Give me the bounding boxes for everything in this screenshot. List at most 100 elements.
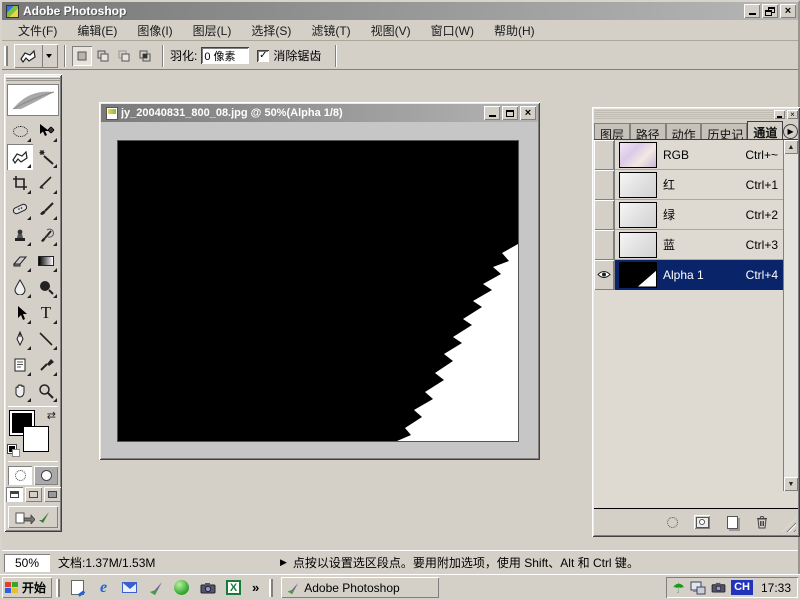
channel-row-blue[interactable]: 蓝 Ctrl+3 bbox=[594, 230, 798, 260]
delete-channel-icon[interactable] bbox=[754, 515, 770, 529]
palette-resize-grip[interactable] bbox=[782, 518, 796, 532]
image-canvas[interactable] bbox=[117, 140, 519, 442]
antivirus-umbrella-icon[interactable]: ☂ bbox=[673, 581, 686, 595]
close-button[interactable]: × bbox=[780, 4, 796, 18]
ime-language-indicator[interactable]: CH bbox=[731, 580, 753, 595]
menu-select[interactable]: 选择(S) bbox=[241, 20, 301, 41]
palette-titlebar[interactable]: × bbox=[594, 109, 798, 120]
media-player-icon[interactable] bbox=[172, 578, 191, 597]
channel-row-red[interactable]: 红 Ctrl+1 bbox=[594, 170, 798, 200]
network-computer-icon[interactable] bbox=[690, 581, 706, 595]
new-channel-icon[interactable] bbox=[724, 515, 740, 529]
toolbox-grip[interactable] bbox=[6, 76, 60, 82]
type-tool[interactable]: T bbox=[33, 300, 59, 326]
healing-brush-tool[interactable] bbox=[7, 196, 33, 222]
selection-mode-add-button[interactable] bbox=[93, 46, 113, 66]
clone-stamp-tool[interactable] bbox=[7, 222, 33, 248]
blur-tool[interactable] bbox=[7, 274, 33, 300]
zoom-tool[interactable] bbox=[33, 378, 59, 404]
tab-paths[interactable]: 路径 bbox=[630, 123, 666, 139]
tray-clock[interactable]: 17:33 bbox=[761, 581, 791, 595]
standard-screen-mode-button[interactable] bbox=[6, 487, 23, 502]
menu-image[interactable]: 图像(I) bbox=[127, 20, 182, 41]
quick-mask-mode-button[interactable] bbox=[34, 466, 58, 485]
tool-preset-dropdown[interactable] bbox=[42, 45, 54, 67]
menu-view[interactable]: 视图(V) bbox=[361, 20, 421, 41]
tool-preset-picker[interactable] bbox=[14, 44, 58, 68]
scroll-up-button[interactable]: ▲ bbox=[784, 140, 798, 154]
visibility-toggle[interactable] bbox=[594, 260, 615, 290]
dodge-tool[interactable] bbox=[33, 274, 59, 300]
visibility-toggle[interactable] bbox=[594, 230, 615, 260]
photoshop-quicklaunch-icon[interactable] bbox=[146, 578, 165, 597]
feather-input[interactable]: 0 像素 bbox=[201, 47, 249, 64]
internet-explorer-icon[interactable]: e bbox=[94, 578, 113, 597]
options-grip[interactable] bbox=[4, 46, 8, 66]
zoom-level-field[interactable]: 50% bbox=[4, 554, 50, 572]
menu-edit[interactable]: 编辑(E) bbox=[67, 20, 127, 41]
start-button[interactable]: 开始 bbox=[2, 577, 52, 598]
menu-file[interactable]: 文件(F) bbox=[8, 20, 67, 41]
magic-wand-tool[interactable] bbox=[33, 144, 59, 170]
line-tool[interactable] bbox=[33, 326, 59, 352]
gradient-tool[interactable] bbox=[33, 248, 59, 274]
show-desktop-icon[interactable] bbox=[68, 578, 87, 597]
selection-mode-intersect-button[interactable] bbox=[135, 46, 155, 66]
brush-tool[interactable] bbox=[33, 196, 59, 222]
fullscreen-mode-button[interactable] bbox=[44, 487, 61, 502]
visibility-toggle[interactable] bbox=[594, 170, 615, 200]
doc-maximize-button[interactable] bbox=[502, 106, 518, 120]
scroll-down-button[interactable]: ▼ bbox=[784, 477, 798, 491]
task-button-photoshop[interactable]: Adobe Photoshop bbox=[281, 577, 439, 598]
restore-button[interactable] bbox=[762, 4, 778, 18]
selection-mode-subtract-button[interactable] bbox=[114, 46, 134, 66]
palette-minimize-button[interactable] bbox=[774, 110, 785, 119]
history-brush-tool[interactable] bbox=[33, 222, 59, 248]
swap-colors-icon[interactable]: ⇄ bbox=[47, 409, 56, 422]
status-menu-arrow-icon[interactable]: ▶ bbox=[280, 557, 287, 568]
default-colors-icon[interactable] bbox=[8, 445, 20, 457]
taskbar-grip[interactable] bbox=[56, 579, 60, 597]
channel-row-alpha1[interactable]: Alpha 1 Ctrl+4 bbox=[594, 260, 798, 290]
quicklaunch-overflow-chevron[interactable]: » bbox=[252, 580, 259, 595]
fullscreen-menubar-mode-button[interactable] bbox=[25, 487, 42, 502]
acdsee-camera-icon[interactable] bbox=[198, 578, 217, 597]
jump-to-imageready-button[interactable] bbox=[8, 506, 58, 528]
menu-filter[interactable]: 滤镜(T) bbox=[301, 20, 360, 41]
tab-layers[interactable]: 图层 bbox=[594, 123, 630, 139]
notes-tool[interactable] bbox=[7, 352, 33, 378]
palette-menu-button[interactable]: ▶ bbox=[783, 124, 798, 139]
elliptical-marquee-tool[interactable] bbox=[7, 118, 33, 144]
palette-scrollbar[interactable]: ▲ ▼ bbox=[783, 140, 798, 491]
outlook-express-icon[interactable] bbox=[120, 578, 139, 597]
lasso-tool[interactable] bbox=[7, 144, 33, 170]
pen-tool[interactable] bbox=[7, 326, 33, 352]
selection-mode-new-button[interactable] bbox=[72, 46, 92, 66]
antialias-checkbox[interactable]: ✓ bbox=[257, 50, 269, 62]
save-selection-icon[interactable] bbox=[694, 515, 710, 529]
standard-mode-button[interactable] bbox=[8, 466, 32, 485]
crop-tool[interactable] bbox=[7, 170, 33, 196]
tab-history[interactable]: 历史记 bbox=[701, 123, 747, 139]
menu-help[interactable]: 帮助(H) bbox=[484, 20, 545, 41]
document-titlebar[interactable]: jy_20040831_800_08.jpg @ 50%(Alpha 1/8) … bbox=[101, 104, 538, 122]
tab-channels[interactable]: 通道 bbox=[747, 121, 783, 139]
visibility-toggle[interactable] bbox=[594, 200, 615, 230]
channel-row-green[interactable]: 绿 Ctrl+2 bbox=[594, 200, 798, 230]
menu-layer[interactable]: 图层(L) bbox=[183, 20, 242, 41]
eyedropper-tool[interactable] bbox=[33, 352, 59, 378]
visibility-toggle[interactable] bbox=[594, 140, 615, 170]
slice-tool[interactable] bbox=[33, 170, 59, 196]
tab-actions[interactable]: 动作 bbox=[666, 123, 702, 139]
path-selection-tool[interactable] bbox=[7, 300, 33, 326]
eraser-tool[interactable] bbox=[7, 248, 33, 274]
excel-icon[interactable]: X bbox=[224, 578, 243, 597]
menu-window[interactable]: 窗口(W) bbox=[421, 20, 484, 41]
palette-close-button[interactable]: × bbox=[787, 110, 798, 119]
minimize-button[interactable] bbox=[744, 4, 760, 18]
load-selection-icon[interactable] bbox=[664, 515, 680, 529]
tray-camera-icon[interactable] bbox=[711, 582, 726, 593]
hand-tool[interactable] bbox=[7, 378, 33, 404]
doc-close-button[interactable]: × bbox=[520, 106, 536, 120]
doc-minimize-button[interactable] bbox=[484, 106, 500, 120]
